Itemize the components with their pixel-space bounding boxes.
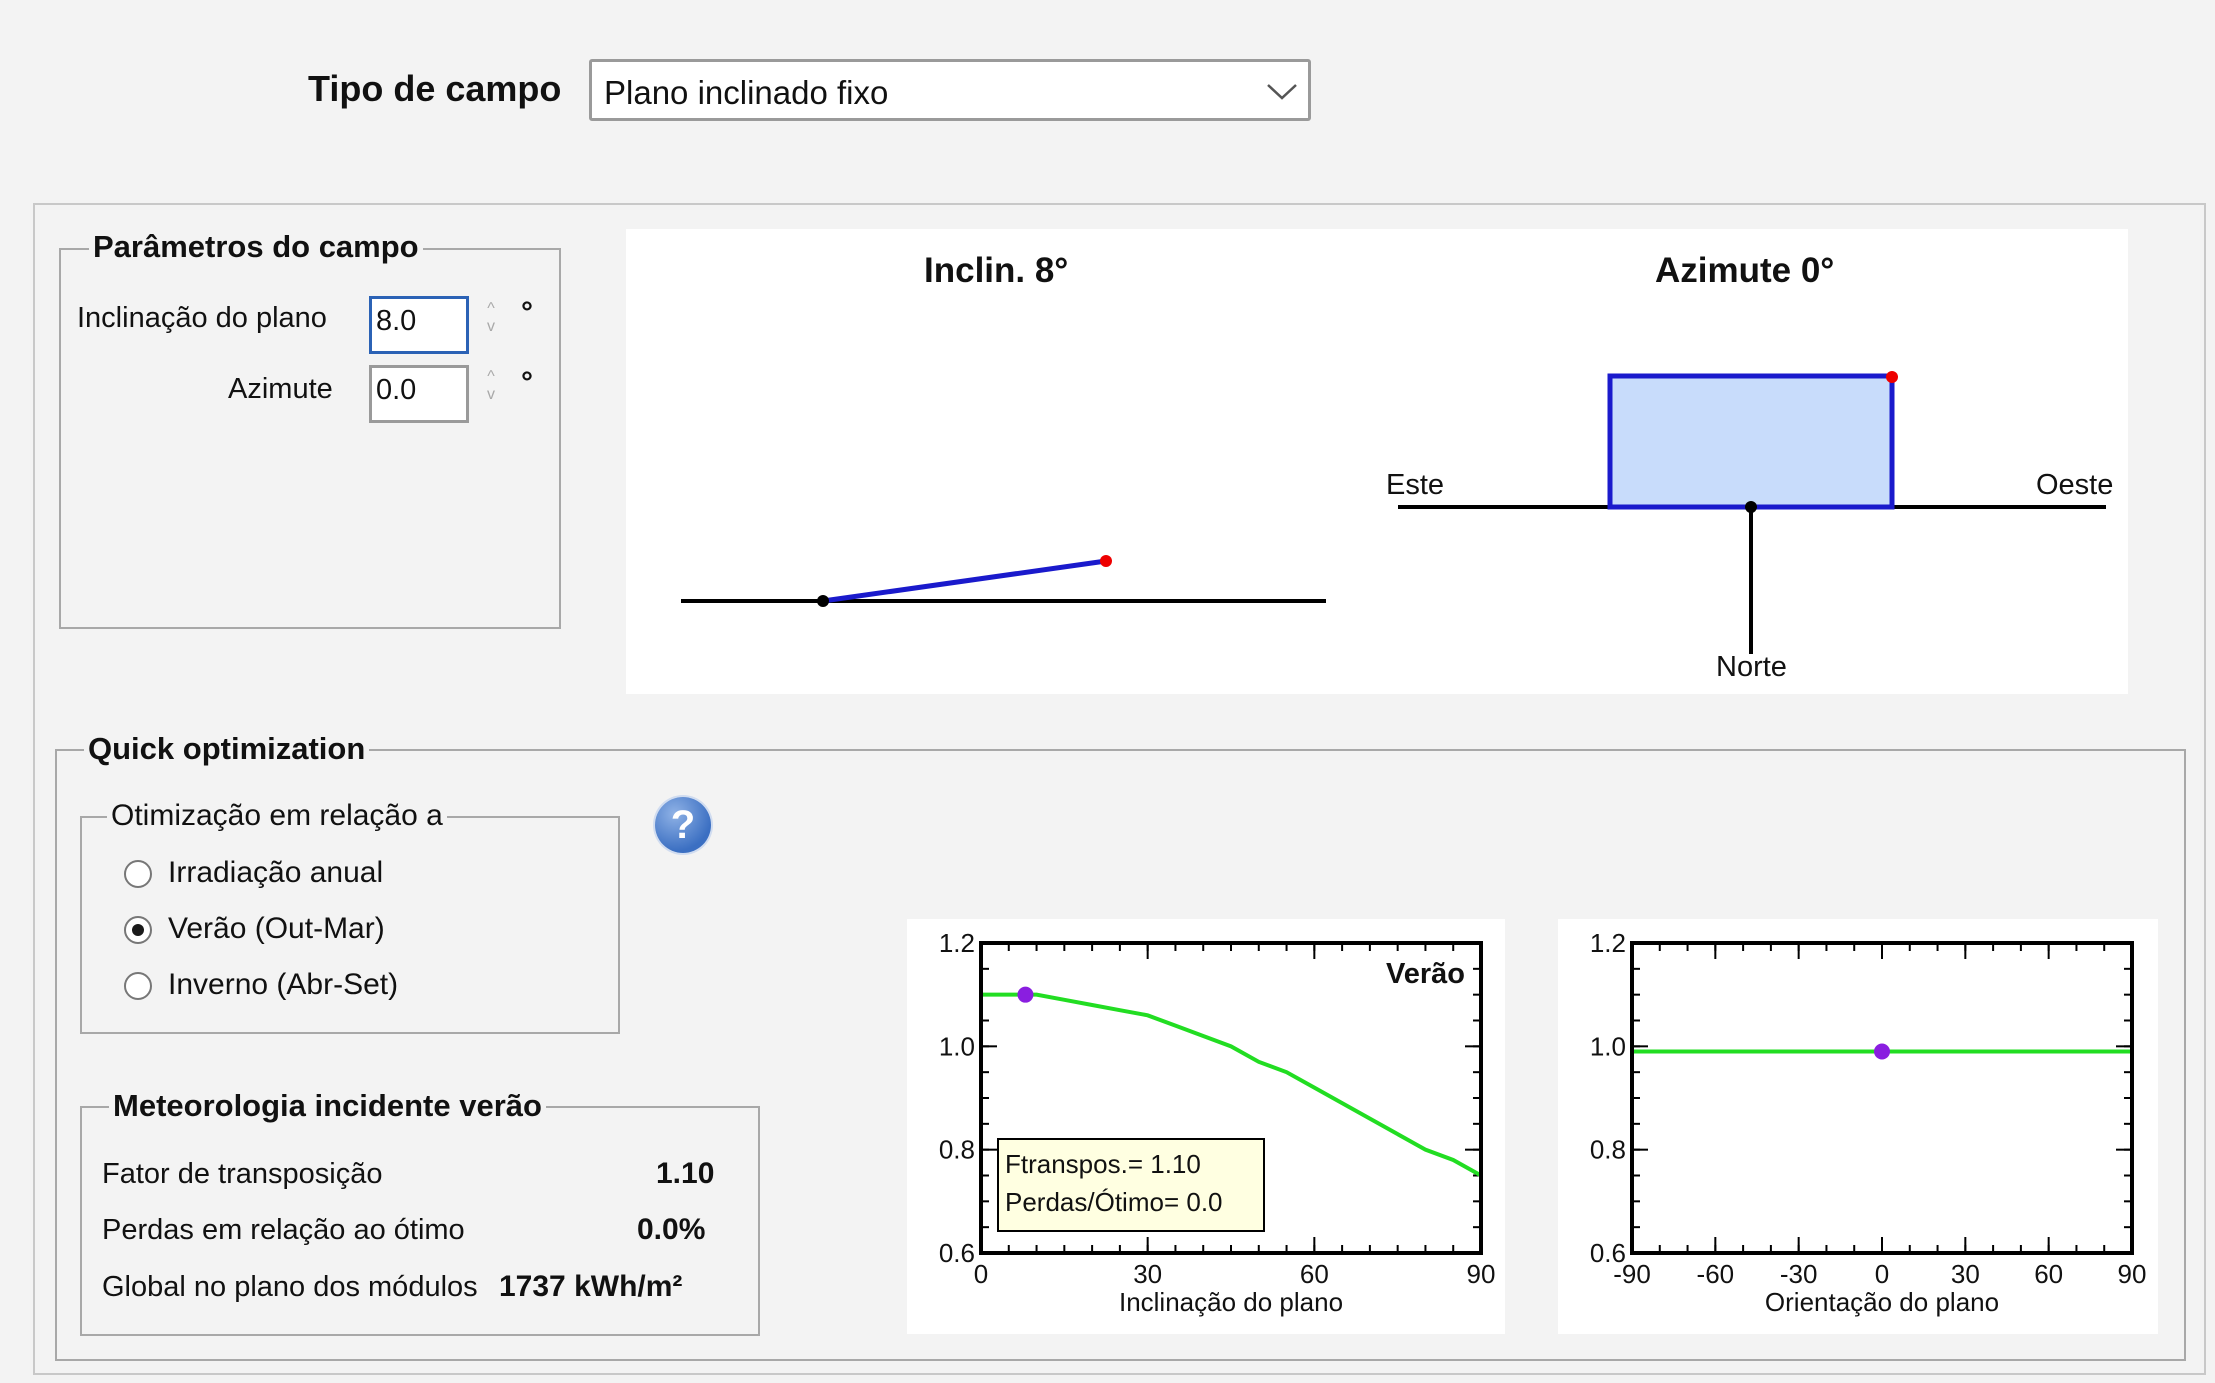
east-label: Este	[1386, 469, 1445, 501]
north-label: Norte	[1716, 651, 1787, 683]
optimum-marker	[1874, 1043, 1890, 1060]
azimuth-input[interactable]: 0.0	[369, 365, 469, 423]
y-tick-label: 0.8	[939, 1135, 975, 1165]
tilt-plane-line	[822, 558, 1107, 604]
tilt-chart-svg: 0.6 0.8 1.0 1.2 0 30 60 90 Verão Inclinação do pl…	[939, 928, 1496, 1317]
plot-frame	[1630, 941, 2134, 1255]
tilt-input[interactable]: 8.0	[369, 296, 469, 354]
radio-button[interactable]	[124, 972, 152, 1000]
annotation-tooltip: Ftranspos.= 1.10 Perdas/Ótimo= 0.0	[997, 1138, 1265, 1232]
meteo-title: Meteorologia incidente verão	[109, 1088, 546, 1124]
x-tick-label: 30	[1133, 1259, 1162, 1289]
x-axis-label: Inclinação do plano	[1119, 1287, 1343, 1317]
y-tick-label: 1.0	[1590, 1031, 1626, 1061]
global-plane-label: Global no plano dos módulos	[102, 1271, 478, 1303]
azimuth-corner-point	[1886, 371, 1898, 383]
tilt-pivot-point	[817, 595, 829, 607]
tilt-label: Inclinação do plano	[77, 302, 327, 334]
x-tick-label: 60	[2034, 1259, 2063, 1289]
west-label: Oeste	[2036, 469, 2114, 501]
y-tick-label: 0.8	[1590, 1135, 1626, 1165]
field-params-title: Parâmetros do campo	[89, 229, 423, 265]
radio-label: Irradiação anual	[168, 856, 384, 889]
x-axis-label: Orientação do plano	[1765, 1287, 1999, 1317]
optimum-marker	[1017, 986, 1034, 1003]
tilt-spinner[interactable]: ^ v	[481, 300, 501, 340]
chevron-down-icon	[1267, 84, 1297, 100]
chart-title: Verão	[1386, 958, 1465, 990]
orientation-drawing	[681, 371, 2106, 654]
radio-button[interactable]	[124, 916, 152, 944]
azimuth-label: Azimute	[228, 373, 333, 405]
field-type-select[interactable]: Plano inclinado fixo	[589, 59, 1311, 121]
quick-optimization-title: Quick optimization	[84, 731, 370, 767]
x-tick-label: 0	[974, 1259, 988, 1289]
optimization-choice-title: Otimização em relação a	[107, 799, 447, 833]
radio-label: Verão (Out-Mar)	[168, 912, 385, 945]
annotation-line: Perdas/Ótimo= 0.0	[1005, 1187, 1223, 1217]
y-tick-label: 0.6	[939, 1238, 975, 1268]
transposition-factor-label: Fator de transposição	[102, 1158, 383, 1190]
question-icon[interactable]: ?	[655, 797, 711, 853]
x-tick-label: 30	[1951, 1259, 1980, 1289]
global-plane-value: 1737 kWh/m²	[499, 1270, 683, 1303]
azimuth-unit: °	[521, 366, 533, 399]
transposition-factor-value: 1.10	[656, 1157, 715, 1190]
field-type-value: Plano inclinado fixo	[604, 74, 889, 111]
x-tick-label: 60	[1300, 1259, 1329, 1289]
x-tick-label: 0	[1875, 1259, 1889, 1289]
field-type-label: Tipo de campo	[308, 68, 562, 109]
tilt-unit: °	[521, 296, 533, 329]
tilt-optimization-chart: 0.6 0.8 1.0 1.2 0 30 60 90 Verão Inclinação do pl…	[907, 919, 1505, 1334]
x-tick-label: -90	[1613, 1259, 1651, 1289]
x-tick-label: 90	[2118, 1259, 2147, 1289]
orientation-optimization-chart: 0.6 0.8 1.0 1.2 -90 -60 -30 0 30 60 90 Orientação d…	[1558, 919, 2158, 1334]
radio-button[interactable]	[124, 860, 152, 888]
x-tick-label: -30	[1780, 1259, 1818, 1289]
orientation-diagram: Inclin. 8° Azimute 0° Este Oeste Norte	[626, 229, 2128, 694]
orientation-chart-svg: 0.60.81.01.2-90 -60 -30 0 30 60 90Orientação d…	[1590, 928, 2147, 1317]
radio-label: Inverno (Abr-Set)	[168, 968, 399, 1001]
azimuth-spinner[interactable]: ^ v	[481, 368, 501, 408]
loss-vs-optimum-label: Perdas em relação ao ótimo	[102, 1214, 465, 1246]
y-tick-label: 1.0	[939, 1031, 975, 1061]
tilt-end-point	[1100, 555, 1112, 567]
y-tick-label: 1.2	[939, 928, 975, 958]
x-tick-label: -60	[1697, 1259, 1735, 1289]
azimuth-center-point	[1745, 501, 1757, 513]
y-tick-label: 1.2	[1590, 928, 1626, 958]
x-tick-label: 90	[1467, 1259, 1496, 1289]
azimuth-plane-rect	[1607, 373, 1895, 510]
loss-vs-optimum-value: 0.0%	[637, 1213, 706, 1246]
annotation-line: Ftranspos.= 1.10	[1005, 1149, 1201, 1179]
